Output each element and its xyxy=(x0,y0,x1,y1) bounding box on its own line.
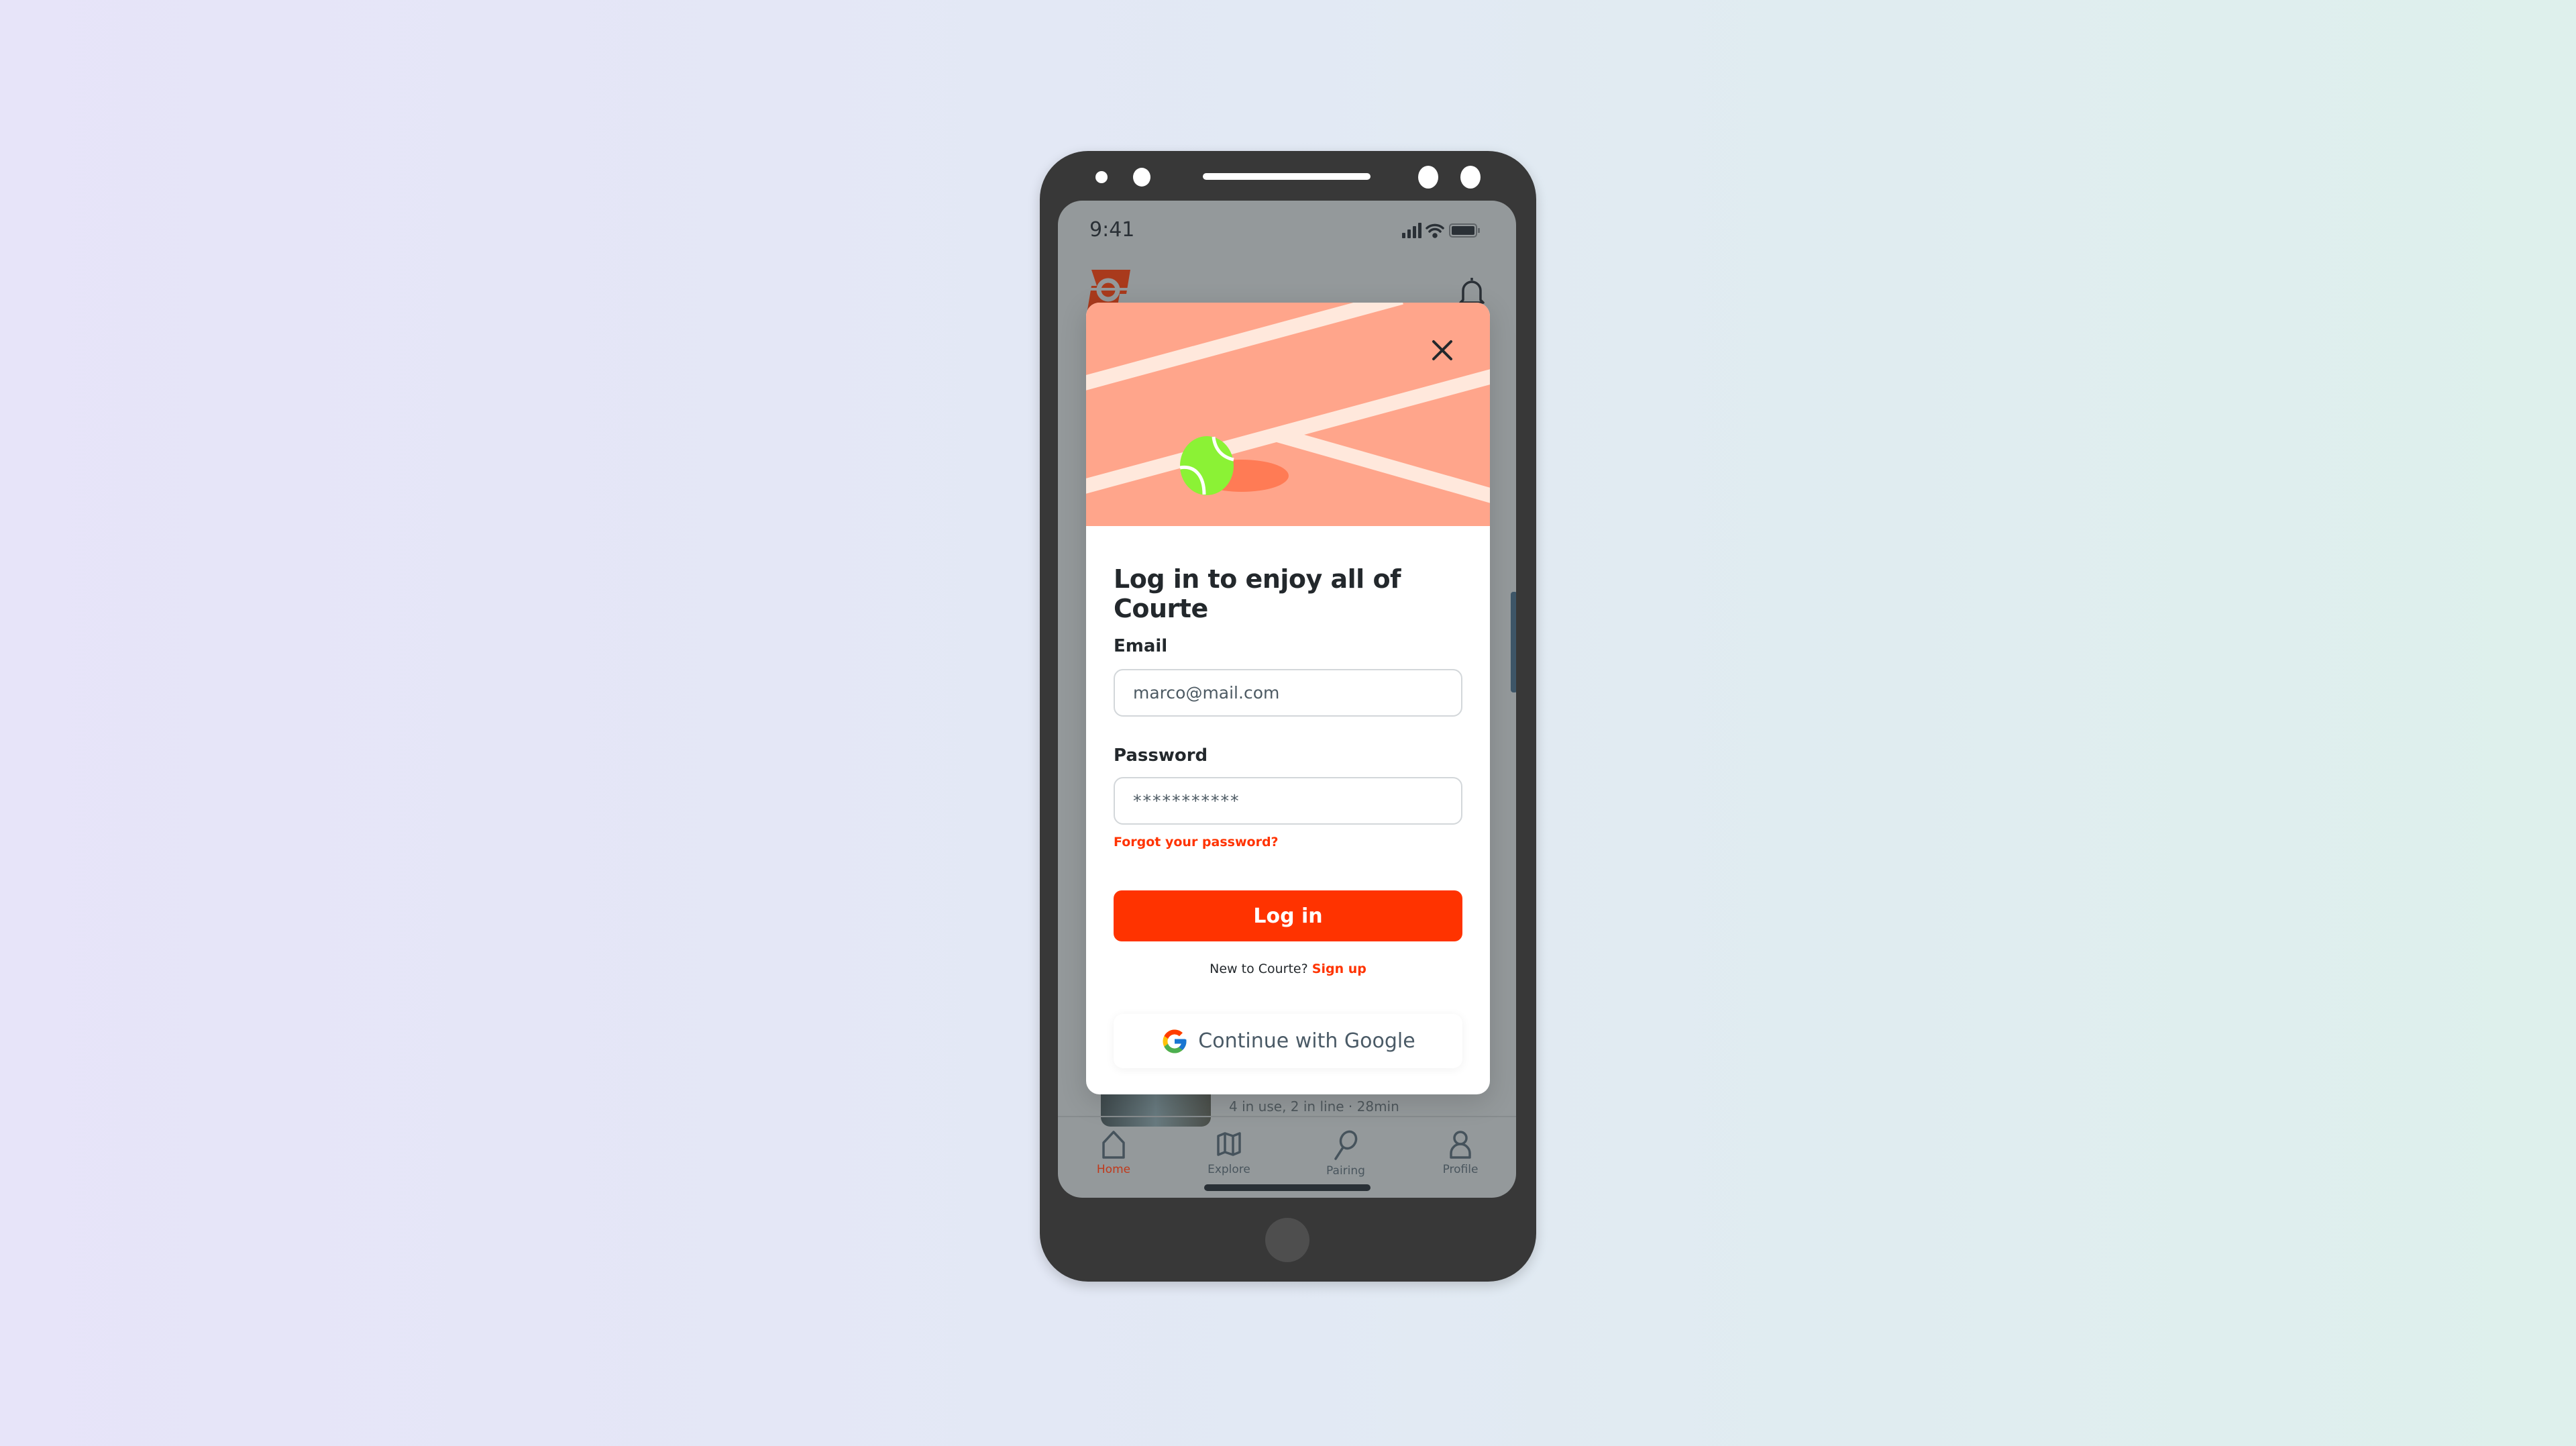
camera-dot xyxy=(1460,166,1481,189)
background-card-image xyxy=(1511,592,1516,692)
racket-icon xyxy=(1334,1130,1358,1160)
close-icon[interactable] xyxy=(1432,340,1453,361)
tab-home[interactable]: Home xyxy=(1073,1129,1154,1176)
status-time: 9:41 xyxy=(1089,218,1135,242)
google-signin-button[interactable]: Continue with Google xyxy=(1114,1014,1462,1068)
login-modal: Log in to enjoy all of Courte Email marc… xyxy=(1086,303,1490,1094)
speaker xyxy=(1203,173,1371,180)
signup-prompt-text: New to Courte? xyxy=(1210,962,1308,976)
signup-prompt: New to Courte? Sign up xyxy=(1086,962,1490,976)
tab-bar: Home Explore Pairing Profile xyxy=(1058,1116,1516,1198)
login-button-label: Log in xyxy=(1253,904,1323,928)
email-label: Email xyxy=(1114,636,1168,656)
signup-link[interactable]: Sign up xyxy=(1312,962,1366,976)
tab-profile[interactable]: Profile xyxy=(1420,1129,1501,1176)
tab-pairing[interactable]: Pairing xyxy=(1305,1129,1386,1178)
map-icon xyxy=(1217,1132,1241,1156)
battery-icon xyxy=(1449,223,1480,238)
google-button-label: Continue with Google xyxy=(1198,1029,1415,1053)
tab-label: Profile xyxy=(1442,1163,1479,1176)
tab-explore[interactable]: Explore xyxy=(1189,1129,1269,1176)
camera-dot xyxy=(1418,166,1438,189)
home-button[interactable] xyxy=(1265,1218,1309,1262)
login-button[interactable]: Log in xyxy=(1114,890,1462,941)
tab-label: Home xyxy=(1096,1163,1131,1176)
wifi-icon xyxy=(1426,223,1444,238)
tab-label: Explore xyxy=(1208,1163,1250,1176)
court-meta: 4 in use, 2 in line · 28min xyxy=(1229,1098,1399,1115)
google-icon xyxy=(1163,1029,1187,1053)
password-label: Password xyxy=(1114,745,1208,766)
tab-label: Pairing xyxy=(1326,1164,1365,1178)
status-icons xyxy=(1402,223,1480,238)
camera-dot xyxy=(1133,168,1150,187)
home-icon xyxy=(1102,1131,1125,1159)
tennis-ball-icon xyxy=(1179,436,1234,495)
password-field[interactable]: *********** xyxy=(1114,777,1462,825)
forgot-password-link[interactable]: Forgot your password? xyxy=(1114,835,1279,849)
modal-title: Log in to enjoy all of Courte xyxy=(1114,564,1401,623)
email-field[interactable]: marco@mail.com xyxy=(1114,669,1462,717)
signal-icon xyxy=(1402,223,1421,238)
sensor-dot xyxy=(1095,171,1108,183)
home-indicator xyxy=(1204,1184,1371,1191)
user-icon xyxy=(1450,1131,1471,1159)
tennis-court-banner xyxy=(1086,303,1490,526)
